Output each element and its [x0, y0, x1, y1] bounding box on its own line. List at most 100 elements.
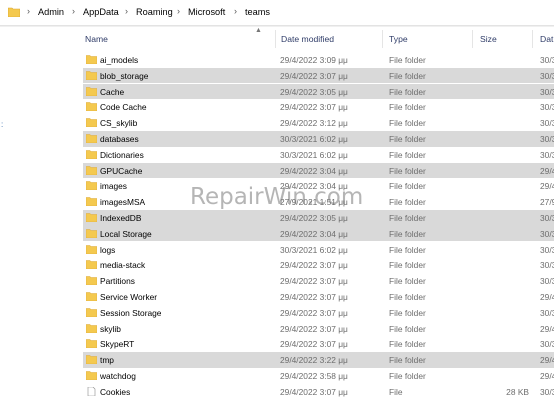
- file-row[interactable]: Session Storage 29/4/2022 3:07 μμ File fol…: [83, 305, 554, 321]
- file-date-created: 30/3: [540, 70, 554, 81]
- file-row[interactable]: ai_models 29/4/2022 3:09 μμ File folder 30/…: [83, 52, 554, 68]
- folder-icon: [86, 134, 97, 143]
- column-separator[interactable]: [532, 30, 533, 48]
- folder-icon: [86, 165, 97, 175]
- file-name: Dictionaries: [100, 149, 144, 160]
- file-type: File folder: [389, 292, 426, 302]
- folder-icon: [86, 229, 97, 238]
- file-date-created: 30/3: [540, 55, 554, 65]
- file-date-modified: 29/4/2022 3:05 μμ: [280, 86, 348, 97]
- file-row[interactable]: Cookies 29/4/2022 3:07 μμ File 28 KB 30/3: [83, 384, 554, 400]
- file-name: tmp: [100, 355, 114, 366]
- folder-icon: [86, 102, 97, 112]
- file-date-modified: 29/4/2022 3:58 μμ: [280, 371, 348, 381]
- file-row[interactable]: SkypeRT 29/4/2022 3:07 μμ File folder 30/3: [83, 336, 554, 352]
- file-date-modified: 29/4/2022 3:05 μμ: [280, 213, 348, 223]
- file-date-created: 30/3: [540, 339, 554, 350]
- file-name: Service Worker: [100, 292, 158, 302]
- file-row[interactable]: tmp 29/4/2022 3:22 μμ File folder 29/4: [83, 352, 554, 368]
- file-row[interactable]: GPUCache 29/4/2022 3:04 μμ File folder 29/4: [83, 162, 554, 179]
- column-type[interactable]: Type: [389, 34, 408, 44]
- breadcrumb-roaming[interactable]: Roaming: [136, 7, 173, 17]
- file-size: 28 KB: [506, 386, 529, 397]
- file-row[interactable]: IndexedDB 29/4/2022 3:05 μμ File folder 30/…: [83, 210, 554, 226]
- folder-icon: [86, 308, 97, 317]
- file-date-modified: 29/4/2022 3:07 μμ: [280, 260, 348, 271]
- file-type: File folder: [389, 181, 426, 192]
- chevron-right-icon: ›: [72, 6, 75, 16]
- column-date-modified[interactable]: Date modified: [281, 34, 334, 44]
- column-name[interactable]: Name: [85, 34, 108, 44]
- file-date-modified: 29/4/2022 3:22 μμ: [280, 355, 348, 366]
- file-date-modified: 29/4/2022 3:07 μμ: [280, 292, 348, 302]
- column-separator[interactable]: [275, 30, 276, 48]
- file-date-modified: 29/4/2022 3:07 μμ: [280, 70, 348, 81]
- chevron-right-icon: ›: [27, 6, 30, 16]
- file-date-created: 29/4: [540, 371, 554, 381]
- file-type: File folder: [389, 86, 426, 97]
- breadcrumb-admin[interactable]: Admin: [38, 7, 64, 17]
- file-type: File: [389, 386, 403, 397]
- file-type: File folder: [389, 339, 426, 350]
- file-date-modified: 30/3/2021 6:02 μμ: [280, 244, 348, 255]
- address-bar[interactable]: › Admin › AppData › Roaming › Microsoft …: [0, 0, 554, 26]
- file-type: File folder: [389, 260, 426, 271]
- file-date-modified: 29/4/2022 3:07 μμ: [280, 386, 348, 397]
- file-name: Session Storage: [100, 307, 162, 318]
- breadcrumb-microsoft[interactable]: Microsoft: [188, 7, 225, 17]
- file-date-modified: 30/3/2021 6:02 μμ: [280, 134, 348, 144]
- file-date-created: 29/4: [540, 355, 554, 366]
- file-row[interactable]: Local Storage 29/4/2022 3:04 μμ File folde…: [83, 225, 554, 242]
- file-type: File folder: [389, 118, 426, 129]
- file-type: File folder: [389, 102, 426, 113]
- file-row[interactable]: Service Worker 29/4/2022 3:07 μμ File fold…: [83, 289, 554, 305]
- file-type: File folder: [389, 307, 426, 318]
- file-name: blob_storage: [100, 70, 149, 81]
- file-date-created: 29/4: [540, 165, 554, 176]
- file-name: Partitions: [100, 276, 135, 287]
- nav-glyph: :: [1, 120, 4, 129]
- file-name: SkypeRT: [100, 339, 135, 350]
- folder-icon: [86, 323, 97, 333]
- breadcrumb-teams[interactable]: teams: [245, 7, 270, 17]
- file-row[interactable]: Code Cache 29/4/2022 3:07 μμ File folder 30…: [83, 99, 554, 115]
- file-type: File folder: [389, 213, 426, 223]
- folder-icon: [86, 213, 97, 222]
- folder-icon: [86, 292, 97, 301]
- folder-icon: [86, 244, 97, 254]
- file-row[interactable]: CS_skylib 29/4/2022 3:12 μμ File folder 30/…: [83, 115, 554, 131]
- file-date-created: 30/3: [540, 213, 554, 223]
- file-name: ai_models: [100, 55, 139, 65]
- navigation-pane[interactable]: :: [0, 27, 62, 406]
- file-row[interactable]: logs 30/3/2021 6:02 μμ File folder 30/3: [83, 242, 554, 258]
- file-type: File folder: [389, 197, 426, 208]
- chevron-right-icon: ›: [177, 6, 180, 16]
- file-date-modified: 29/4/2022 3:12 μμ: [280, 118, 348, 129]
- column-separator[interactable]: [382, 30, 383, 48]
- file-type: File folder: [389, 355, 426, 366]
- file-row[interactable]: blob_storage 29/4/2022 3:07 μμ File folder…: [83, 67, 554, 84]
- file-row[interactable]: skylib 29/4/2022 3:07 μμ File folder 29/4: [83, 321, 554, 337]
- column-date-created[interactable]: Dat: [540, 34, 553, 44]
- file-name: skylib: [100, 323, 121, 334]
- file-type: File folder: [389, 149, 426, 160]
- file-name: media-stack: [100, 260, 146, 271]
- file-row[interactable]: databases 30/3/2021 6:02 μμ File folder 30/…: [83, 131, 554, 147]
- folder-icon: [86, 71, 97, 80]
- file-row[interactable]: Cache 29/4/2022 3:05 μμ File folder 30/3: [83, 83, 554, 100]
- file-name: Cache: [100, 86, 125, 97]
- column-size[interactable]: Size: [480, 34, 497, 44]
- file-type: File folder: [389, 323, 426, 334]
- file-row[interactable]: Partitions 29/4/2022 3:07 μμ File folder 30…: [83, 273, 554, 289]
- file-type: File folder: [389, 134, 426, 144]
- column-separator[interactable]: [472, 30, 473, 48]
- breadcrumb-appdata[interactable]: AppData: [83, 7, 119, 17]
- file-name: watchdog: [100, 371, 136, 381]
- file-row[interactable]: watchdog 29/4/2022 3:58 μμ File folder 29/4: [83, 368, 554, 384]
- file-type: File folder: [389, 70, 426, 81]
- file-date-created: 30/3: [540, 102, 554, 113]
- file-row[interactable]: Dictionaries 30/3/2021 6:02 μμ File folder…: [83, 147, 554, 163]
- folder-icon: [86, 197, 97, 207]
- watermark-text: RepairWin.com: [190, 184, 364, 210]
- file-row[interactable]: media-stack 29/4/2022 3:07 μμ File folder 3…: [83, 257, 554, 273]
